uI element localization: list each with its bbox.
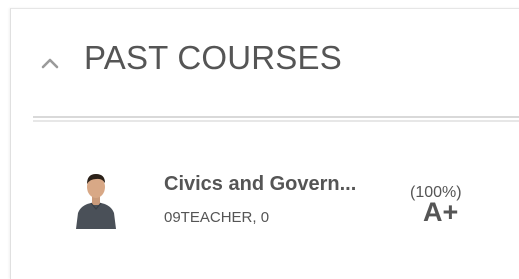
teacher-name: 09TEACHER, 0 <box>164 209 270 226</box>
past-courses-panel: PAST COURSES Civics and Govern... 09TEAC… <box>10 8 519 279</box>
section-title: PAST COURSES <box>84 39 342 76</box>
divider <box>33 120 519 122</box>
past-courses-header[interactable]: PAST COURSES <box>11 9 519 109</box>
teacher-avatar <box>76 174 116 229</box>
course-name-link[interactable]: Civics and Govern... <box>164 173 356 196</box>
divider <box>33 116 519 118</box>
course-row[interactable]: Civics and Govern... 09TEACHER, 0 (100%)… <box>11 157 519 247</box>
letter-grade: A+ <box>423 197 459 227</box>
chevron-up-icon[interactable] <box>41 57 59 69</box>
